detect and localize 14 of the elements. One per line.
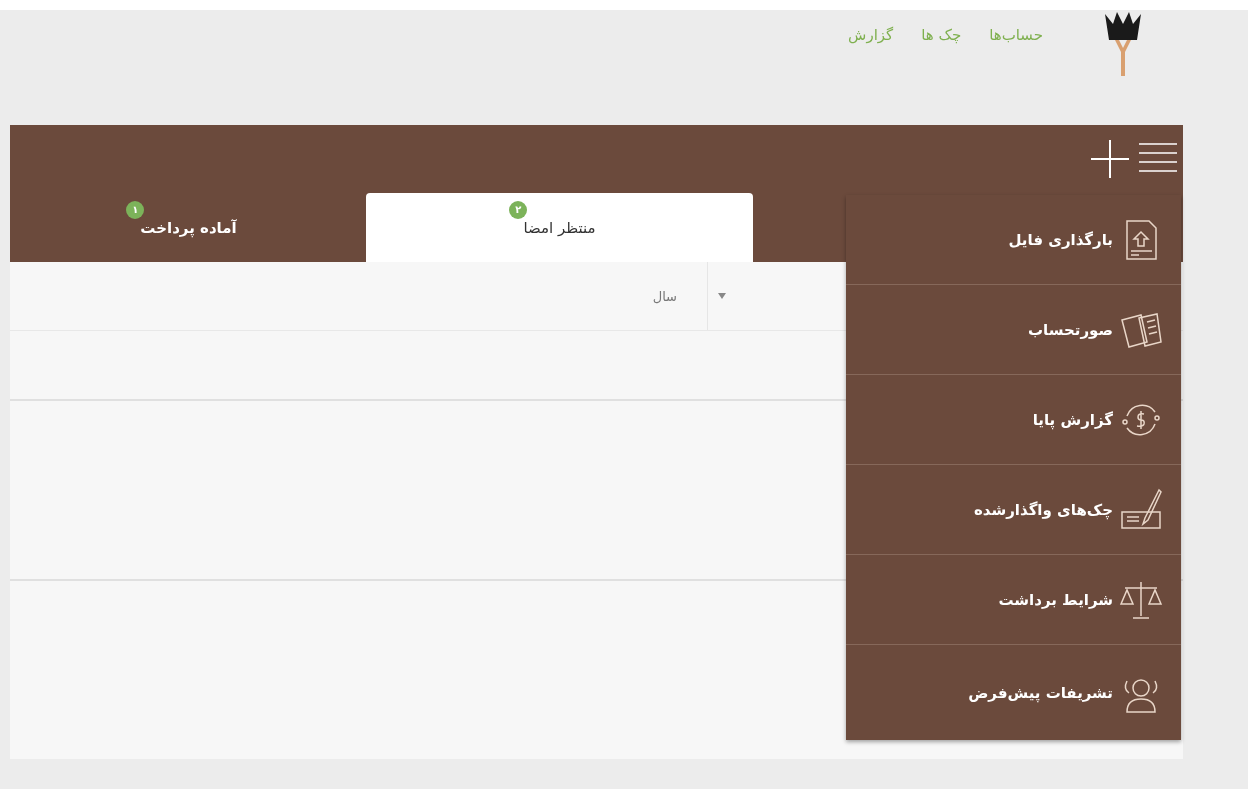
menu-item[interactable]: صورتحساب — [846, 285, 1181, 375]
menu-item[interactable]: شرایط برداشت — [846, 555, 1181, 645]
filter-label: سال — [652, 288, 677, 304]
count-badge: ۱ — [126, 200, 145, 219]
count-badge: ۲ — [509, 200, 528, 219]
caret-icon — [718, 293, 726, 299]
menu-item[interactable]: تشریفات پیش‌فرض — [846, 645, 1181, 740]
menu-item[interactable]: چک‌های واگذارشده — [846, 465, 1181, 555]
tab[interactable]: آماده پرداخت ۱ — [11, 193, 366, 262]
menu-item[interactable]: بارگذاری فایل — [846, 195, 1181, 285]
menu-item[interactable]: گزارش پایا — [846, 375, 1181, 465]
cheque-icon — [1119, 487, 1163, 532]
tab[interactable]: منتظر امضا ۲ — [366, 193, 753, 262]
plus-icon[interactable] — [1089, 138, 1131, 180]
